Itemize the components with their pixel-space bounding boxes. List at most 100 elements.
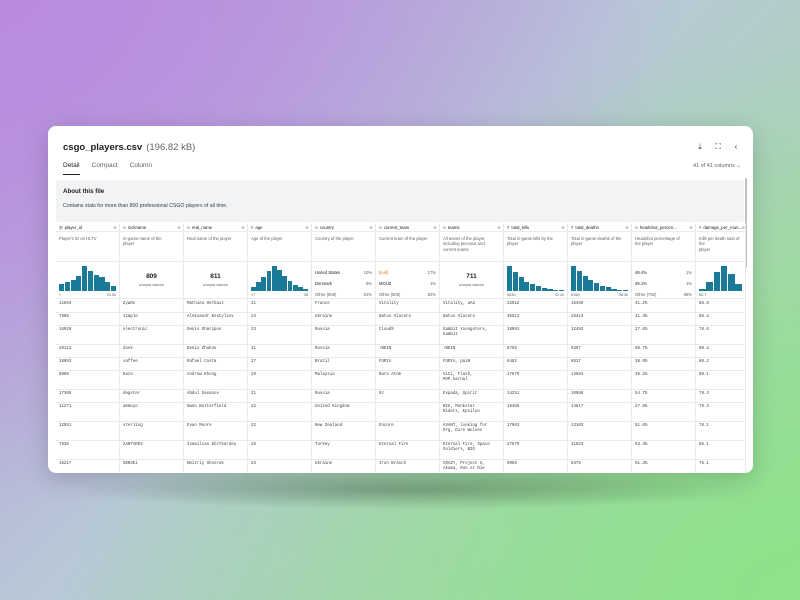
column-header[interactable]: Aheadshot_percen... ≡ — [632, 223, 695, 232]
table-cell[interactable]: 27879 — [504, 441, 567, 460]
table-cell[interactable]: donk — [120, 345, 183, 358]
table-cell[interactable]: 26 — [248, 441, 311, 460]
collapse-icon[interactable]: ‹ — [731, 142, 741, 152]
table-cell[interactable]: 51.3% — [632, 460, 695, 473]
table-cell[interactable]: 11271 — [56, 403, 119, 422]
table-cell[interactable]: 18466 — [504, 403, 567, 422]
table-cell[interactable]: 38.9% — [632, 358, 695, 371]
table-cell[interactable]: Russia — [312, 390, 375, 403]
table-cell[interactable]: Abdul Gasanov — [184, 390, 247, 403]
table-cell[interactable]: United Kingdom — [312, 403, 375, 422]
menu-icon[interactable]: ≡ — [177, 225, 180, 230]
table-cell[interactable]: 18053 — [56, 358, 119, 371]
table-cell[interactable]: 80.2 — [696, 358, 745, 371]
table-cell[interactable]: 23 — [248, 326, 311, 345]
table-cell[interactable]: 54.7% — [632, 390, 695, 403]
tab-detail[interactable]: Detail — [63, 162, 80, 175]
menu-icon[interactable]: ≡ — [742, 225, 745, 230]
table-cell[interactable]: 79.3 — [696, 390, 745, 403]
table-cell[interactable]: 9z — [376, 390, 439, 403]
menu-icon[interactable]: ≡ — [689, 225, 692, 230]
table-cell[interactable]: 78.1 — [696, 422, 745, 441]
table-cell[interactable]: Natus Vincere — [376, 313, 439, 326]
table-cell[interactable]: 29 — [248, 371, 311, 390]
table-cell[interactable]: 21623 — [568, 441, 631, 460]
column-header[interactable]: Acountry ≡ — [312, 223, 375, 232]
menu-icon[interactable]: ≡ — [625, 225, 628, 230]
column-header[interactable]: # age ≡ — [248, 223, 311, 232]
table-cell[interactable]: Vitality — [376, 300, 439, 313]
table-cell[interactable]: Dmitriy Shvorak — [184, 460, 247, 473]
table-cell[interactable]: 85.1 — [696, 441, 745, 460]
table-cell[interactable]: XANTARES — [120, 441, 183, 460]
table-cell[interactable]: !NEIN — [440, 345, 503, 358]
table-cell[interactable]: 79.3 — [696, 403, 745, 422]
table-cell[interactable]: 17306 — [56, 390, 119, 403]
table-cell[interactable] — [376, 403, 439, 422]
columns-selector[interactable]: 41 of 41 columns ⌄ — [693, 163, 741, 169]
menu-icon[interactable]: ≡ — [497, 225, 500, 230]
table-cell[interactable]: degster — [120, 390, 183, 403]
tab-column[interactable]: Column — [130, 162, 152, 175]
table-cell[interactable]: BIG, Monkstar Riders, Epsilon — [440, 403, 503, 422]
menu-icon[interactable]: ≡ — [113, 225, 116, 230]
table-cell[interactable]: 22 — [248, 422, 311, 441]
table-cell[interactable]: ammoyo — [120, 403, 183, 422]
table-cell[interactable]: 12492 — [568, 326, 631, 345]
table-cell[interactable]: ViCi, Flash, MVP.karnal — [440, 371, 503, 390]
table-cell[interactable]: 14251 — [504, 390, 567, 403]
table-cell[interactable]: Evan Moore — [184, 422, 247, 441]
table-cell[interactable]: İsmailcan Dörtkardeş — [184, 441, 247, 460]
table-cell[interactable]: Aleksandr Kostyliev — [184, 313, 247, 326]
table-cell[interactable]: 24 — [248, 313, 311, 326]
table-cell[interactable]: 86.4 — [696, 313, 745, 326]
table-cell[interactable]: Espada, Spirit — [440, 390, 503, 403]
table-cell[interactable]: Russia — [312, 326, 375, 345]
table-cell[interactable]: Natus Vincere — [440, 313, 503, 326]
column-header[interactable]: ⊞ player_id ≡ — [56, 223, 119, 232]
column-header[interactable]: Acurrent_team ≡ — [376, 223, 439, 232]
table-cell[interactable]: 8759 — [504, 345, 567, 358]
table-cell[interactable]: CRAZY, Project X, Akuma, Run or Die — [440, 460, 503, 473]
table-cell[interactable]: Vitality, aAa — [440, 300, 503, 313]
table-cell[interactable]: 50.7% — [632, 345, 695, 358]
table-cell[interactable]: 41.3% — [632, 313, 695, 326]
table-cell[interactable]: 51.6% — [632, 422, 695, 441]
table-cell[interactable]: 90.4 — [696, 345, 745, 358]
table-cell[interactable]: Owen Butterfield — [184, 403, 247, 422]
menu-icon[interactable]: ≡ — [241, 225, 244, 230]
table-cell[interactable]: 16459 — [568, 300, 631, 313]
table-cell[interactable]: Turkey — [312, 441, 375, 460]
table-cell[interactable]: 26413 — [568, 313, 631, 326]
table-cell[interactable]: 13584 — [568, 371, 631, 390]
table-cell[interactable]: 18091 — [504, 326, 567, 345]
table-cell[interactable]: Bare Atom — [376, 371, 439, 390]
table-cell[interactable]: 41.2% — [632, 300, 695, 313]
table-cell[interactable]: FURIA, paiN — [440, 358, 503, 371]
column-header[interactable]: Ateams ≡ — [440, 223, 503, 232]
column-header[interactable]: # damage_per_roun... ≡ — [696, 223, 745, 232]
table-cell[interactable]: saffee — [120, 358, 183, 371]
column-header[interactable]: # total_deaths ≡ — [568, 223, 631, 232]
table-cell[interactable]: Denis Sharipov — [184, 326, 247, 345]
table-cell[interactable]: 21 — [248, 390, 311, 403]
table-cell[interactable]: 17679 — [504, 371, 567, 390]
table-cell[interactable]: France — [312, 300, 375, 313]
table-cell[interactable]: Gambit Youngsters, Gambit — [440, 326, 503, 345]
table-cell[interactable]: Rafael Costa — [184, 358, 247, 371]
menu-icon[interactable]: ≡ — [433, 225, 436, 230]
table-cell[interactable]: Encore — [376, 422, 439, 441]
table-cell[interactable]: !NEIN — [376, 345, 439, 358]
table-cell[interactable]: 78.6 — [696, 326, 745, 345]
table-cell[interactable]: 23 — [248, 460, 311, 473]
table-cell[interactable]: 22 — [248, 403, 311, 422]
table-cell[interactable]: Russia — [312, 345, 375, 358]
table-cell[interactable]: SENSEi — [120, 460, 183, 473]
table-cell[interactable]: 35512 — [504, 313, 567, 326]
table-cell[interactable]: Andrew Khong — [184, 371, 247, 390]
table-cell[interactable]: 9969 — [504, 460, 567, 473]
table-cell[interactable]: 6517 — [568, 358, 631, 371]
table-cell[interactable]: Denis Zhukov — [184, 345, 247, 358]
table-cell[interactable]: 53.3% — [632, 441, 695, 460]
table-cell[interactable]: 8482 — [504, 358, 567, 371]
